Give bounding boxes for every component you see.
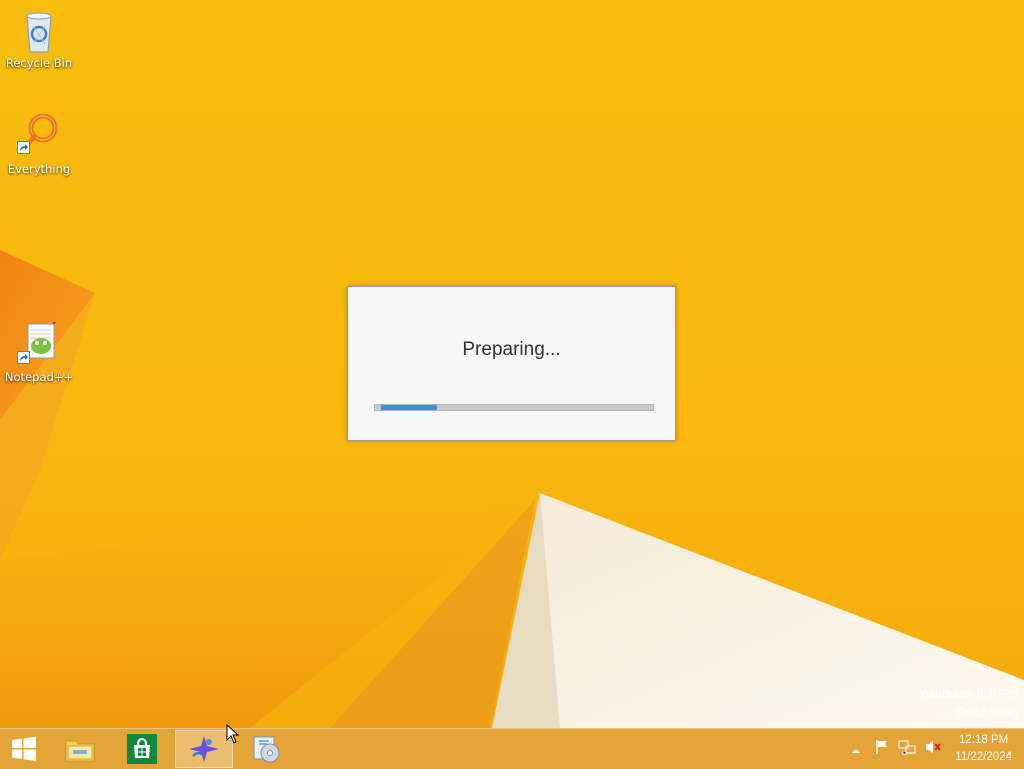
file-explorer-icon — [65, 740, 95, 762]
clock-date: 11/22/2024 — [955, 751, 1012, 763]
store-icon — [127, 734, 157, 764]
watermark-build: Build 9600 — [956, 705, 1018, 720]
desktop-icon-everything[interactable]: Everything — [1, 112, 77, 176]
recycle-bin-icon — [19, 8, 59, 53]
start-button[interactable] — [0, 730, 48, 768]
desktop-icon-recycle-bin[interactable]: Recycle Bin — [1, 8, 77, 70]
windows-watermark: Windows 8.1 Pro Build 9600 — [920, 684, 1018, 722]
system-tray — [850, 729, 942, 769]
installer-app-icon — [189, 736, 219, 762]
shortcut-arrow-icon — [17, 351, 30, 364]
clock-time: 12:18 PM — [959, 734, 1009, 746]
desktop-icon-label: Everything — [7, 162, 71, 176]
windows-logo-icon — [12, 736, 36, 761]
shortcut-arrow-icon — [17, 141, 30, 154]
progress-bar-fill — [381, 405, 437, 410]
taskbar-setup-app[interactable] — [237, 730, 295, 768]
taskbar-installer-app[interactable] — [175, 730, 233, 768]
taskbar: 12:18 PM 11/22/2024 — [0, 728, 1024, 769]
preparing-dialog: Preparing... — [347, 286, 676, 441]
progress-bar — [374, 404, 654, 411]
taskbar-file-explorer[interactable] — [51, 730, 109, 768]
taskbar-clock[interactable]: 12:18 PM 11/22/2024 — [955, 732, 1012, 766]
setup-disc-icon — [253, 736, 280, 763]
network-icon[interactable] — [898, 739, 916, 759]
everything-search-icon — [17, 112, 59, 154]
notepad-plus-plus-icon — [17, 319, 59, 364]
desktop-icon-label: Notepad++ — [4, 370, 74, 384]
show-hidden-icons-icon[interactable] — [850, 740, 864, 759]
volume-muted-icon[interactable] — [924, 739, 942, 759]
watermark-edition: Windows 8.1 Pro — [919, 686, 1018, 701]
mouse-pointer-icon — [226, 724, 240, 744]
dialog-message: Preparing... — [462, 339, 561, 360]
desktop-icon-notepad-plus-plus[interactable]: Notepad++ — [1, 319, 77, 384]
taskbar-store[interactable] — [113, 730, 171, 768]
desktop-icon-label: Recycle Bin — [5, 56, 73, 70]
action-center-flag-icon[interactable] — [874, 739, 890, 759]
